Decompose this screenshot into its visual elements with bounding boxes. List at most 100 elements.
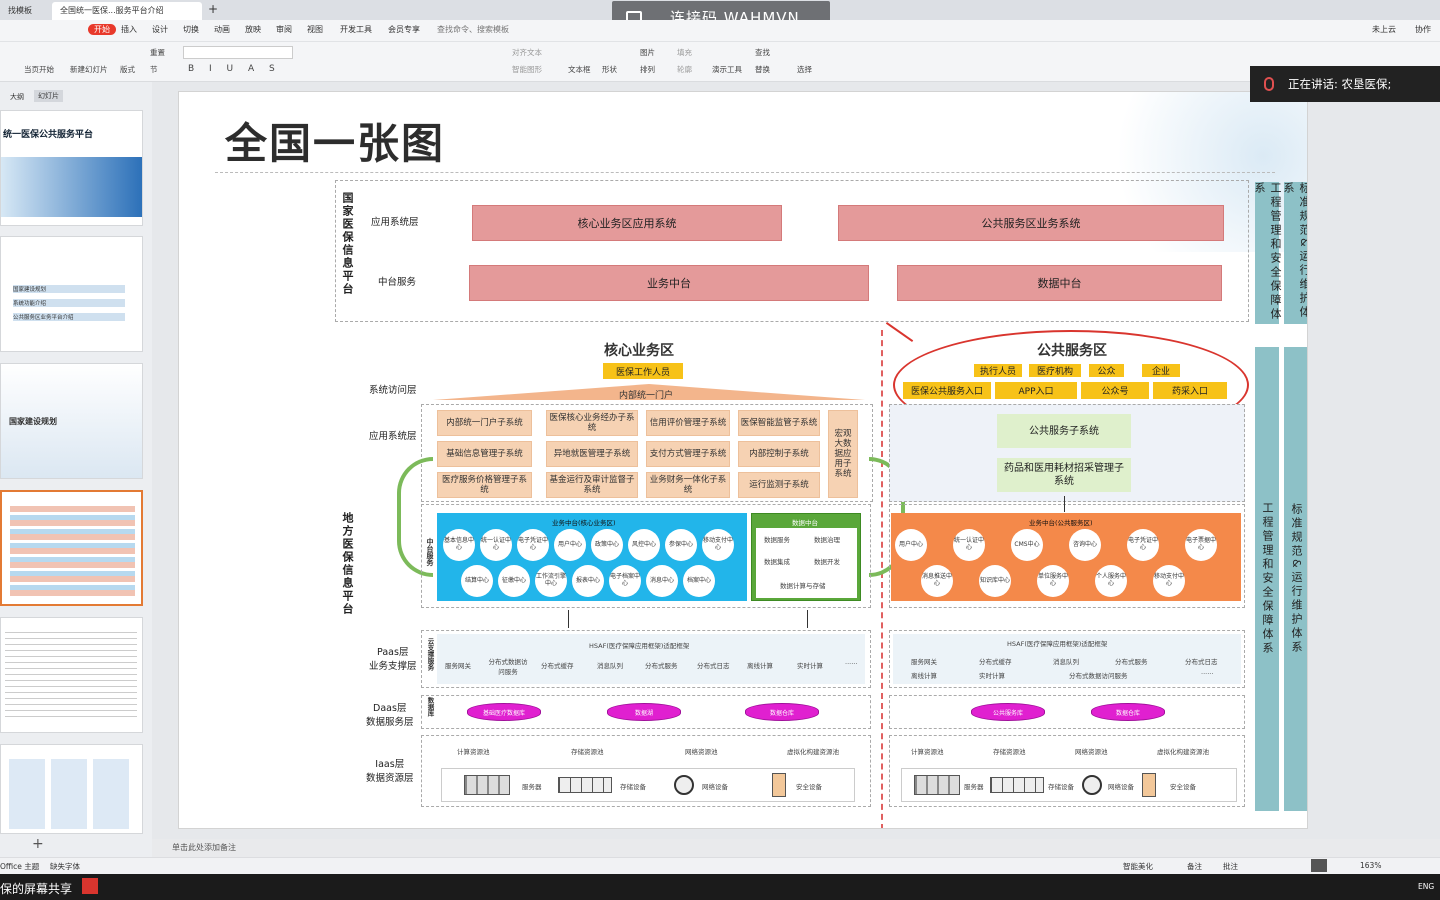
menu-animation[interactable]: 动画	[214, 24, 230, 35]
slide-thumbnail-panel: 大纲 幻灯片 统一医保公共服务平台 国家建设规划 系统功能介绍 公共服务区业务平…	[0, 82, 152, 857]
tab-document[interactable]: 全国统一医保...服务平台介绍	[52, 2, 202, 20]
db-cylinder-5: 数据仓库	[1091, 703, 1165, 721]
zoom-level[interactable]: 163%	[1360, 861, 1381, 870]
ribbon-fill[interactable]: 填充	[677, 47, 692, 58]
language-indicator[interactable]: ENG	[1418, 882, 1434, 891]
menu-member[interactable]: 会员专享	[388, 24, 420, 35]
standards-ops-bar: 标准规范&运行维护体系	[1284, 347, 1307, 811]
ribbon-align-text[interactable]: 对齐文本	[512, 47, 542, 58]
db-cylinder-3: 数据仓库	[745, 703, 819, 721]
ribbon-new-slide[interactable]: 新建幻灯片	[70, 64, 108, 75]
smart-beautify-button[interactable]: 智能美化	[1123, 861, 1153, 872]
paas-core-item-2: 分布式缓存	[541, 662, 574, 670]
db-cylinder-4: 公共服务库	[971, 703, 1045, 721]
ribbon-picture[interactable]: 图片	[640, 47, 655, 58]
center-circle: 政策中心	[591, 529, 623, 561]
ribbon-find[interactable]: 查找	[755, 47, 770, 58]
paas-public-item-1: 分布式缓存	[979, 658, 1012, 666]
menu-transition[interactable]: 切换	[183, 24, 199, 35]
slide-thumb-2[interactable]: 国家建设规划 系统功能介绍 公共服务区业务平台介绍	[0, 236, 143, 352]
menu-slideshow[interactable]: 放映	[245, 24, 261, 35]
ribbon-smartart[interactable]: 智能图形	[512, 64, 542, 75]
menu-view[interactable]: 视图	[307, 24, 323, 35]
ribbon-reset[interactable]: 重置	[150, 47, 165, 58]
title-divider	[215, 172, 1275, 173]
command-search[interactable]: 查找命令、搜索模板	[437, 24, 509, 35]
tab-slides[interactable]: 幻灯片	[34, 90, 63, 102]
ribbon-present-tools[interactable]: 演示工具	[712, 64, 742, 75]
subsystem-1: 内部统一门户子系统	[437, 410, 532, 436]
menu-insert[interactable]: 插入	[121, 24, 137, 35]
core-business-mid: 业务中台(核心业务区) 基本信息中心 统一认证中心 电子凭证中心 用户中心 政策中心 风控…	[437, 513, 747, 601]
public-business-mid: 业务中台(公共服务区) 用户中心 统一认证中心 CMS中心 咨询中心 电子凭证中心 电子票…	[891, 513, 1241, 601]
speaking-text: 正在讲话: 农垦医保;	[1288, 77, 1392, 91]
server-icon	[464, 775, 510, 795]
new-tab-button[interactable]: +	[208, 2, 218, 16]
slide-thumb-3[interactable]: 国家建设规划	[0, 363, 143, 479]
pub-device-storage: 存储设备	[1048, 783, 1074, 791]
data-development: 数据开发	[814, 558, 840, 566]
slide-thumb-1[interactable]: 统一医保公共服务平台	[0, 110, 143, 226]
tab-outline[interactable]: 大纲	[10, 92, 24, 102]
paas-core-item-7: 实时计算	[797, 662, 823, 670]
menu-design[interactable]: 设计	[152, 24, 168, 35]
cloud-status[interactable]: 未上云	[1372, 24, 1396, 35]
thumb2-item-2: 系统功能介绍	[13, 299, 125, 307]
ribbon-textbox[interactable]: 文本框	[568, 64, 591, 75]
menu-review[interactable]: 审阅	[276, 24, 292, 35]
subsystem-5: 基础信息管理子系统	[437, 441, 532, 467]
ribbon-shape[interactable]: 形状	[602, 64, 617, 75]
core-pool-compute: 计算资源池	[457, 748, 490, 756]
firewall-icon	[772, 773, 786, 797]
ribbon-arrange[interactable]: 排列	[640, 64, 655, 75]
wps-app-icon[interactable]	[82, 878, 98, 894]
slide-thumb-5[interactable]	[0, 617, 143, 733]
tab-template[interactable]: 找模板	[0, 2, 44, 20]
center-circle: 消息推送中心	[921, 565, 953, 597]
paas-public-title: HSAF(医疗保障应用框架)适配框架	[1007, 640, 1108, 648]
connector-2	[807, 610, 808, 628]
menu-devtools[interactable]: 开发工具	[340, 24, 372, 35]
ribbon-outline[interactable]: 轮廓	[677, 64, 692, 75]
ribbon-from-current[interactable]: 当页开始	[24, 64, 54, 75]
standards-ops-bar-top: 标准规范&运行维护体系	[1282, 182, 1307, 324]
pub-device-security: 安全设备	[1170, 783, 1196, 791]
menu-start[interactable]: 开始	[88, 24, 116, 35]
center-circle: 风控中心	[628, 529, 660, 561]
ribbon-select[interactable]: 选择	[797, 64, 812, 75]
slide-canvas[interactable]: 全国一张图 国家医保信息平台 应用系统层 中台服务 核心业务区应用系统 公共服务…	[178, 91, 1308, 829]
comment-toggle[interactable]: 批注	[1223, 861, 1238, 872]
layer-access-label: 系统访问层	[369, 385, 417, 396]
storage-icon	[990, 777, 1044, 793]
add-slide-button[interactable]: +	[32, 836, 44, 852]
center-circle: 征缴中心	[498, 565, 530, 597]
ribbon-replace[interactable]: 替换	[755, 64, 770, 75]
center-circle: 统一认证中心	[953, 529, 985, 561]
ribbon-toolbar: 当页开始 新建幻灯片 版式 节 重置 B I U A S 文本框 形状 图片 排…	[0, 42, 1440, 82]
connector-1	[568, 610, 569, 628]
center-circle: 结算中心	[461, 565, 493, 597]
engineering-security-bar: 工程管理和安全保障体系	[1255, 347, 1279, 811]
notes-toggle[interactable]: 备注	[1187, 861, 1202, 872]
core-app-system: 核心业务区应用系统	[472, 205, 782, 241]
server-icon	[914, 775, 960, 795]
paas-core-item-3: 消息队列	[597, 662, 623, 670]
center-circle: 参保中心	[665, 529, 697, 561]
play-slideshow-button[interactable]	[1311, 859, 1327, 872]
slide-thumb-4-selected[interactable]	[0, 490, 143, 606]
slide-thumb-6[interactable]	[0, 744, 143, 834]
subsystem-10: 基金运行及审计监督子系统	[546, 472, 638, 498]
font-style-buttons[interactable]: B I U A S	[188, 64, 281, 74]
theme-label[interactable]: Office 主题	[0, 861, 39, 872]
notes-placeholder[interactable]: 单击此处添加备注	[172, 842, 236, 853]
missing-font-label[interactable]: 缺失字体	[50, 861, 80, 872]
core-zone-title: 核心业务区	[604, 343, 674, 359]
font-name-select[interactable]	[183, 46, 293, 59]
collab-button[interactable]: 协作	[1415, 24, 1431, 35]
ribbon-layout[interactable]: 版式	[120, 64, 135, 75]
subsystem-2: 医保核心业务经办子系统	[546, 410, 638, 436]
thumb1-image	[1, 157, 142, 217]
center-circle: 统一认证中心	[480, 529, 512, 561]
ribbon-section[interactable]: 节	[150, 64, 158, 75]
data-integration: 数据集成	[764, 558, 790, 566]
